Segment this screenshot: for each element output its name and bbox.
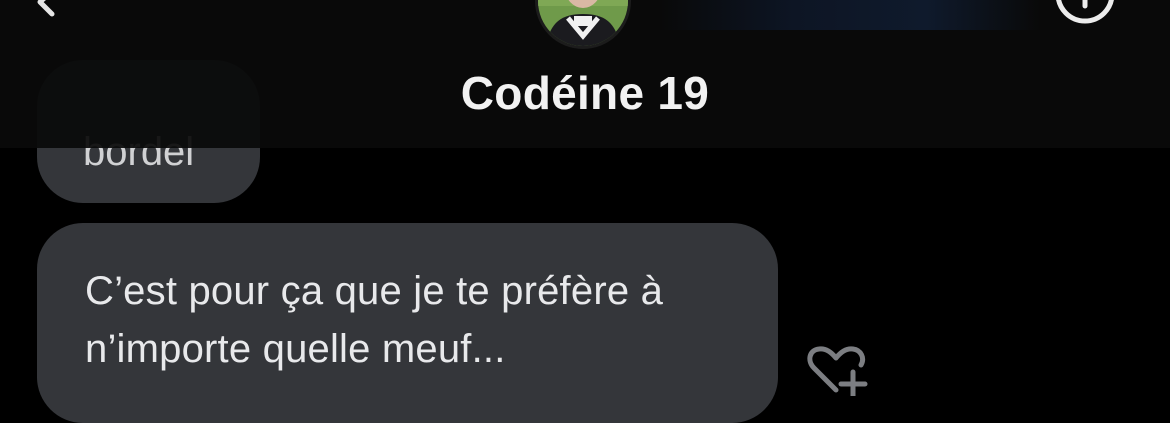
avatar-image [538, 0, 628, 46]
message-line-2: n’importe quelle meuf... [85, 327, 506, 371]
info-circle-icon[interactable] [1054, 0, 1116, 32]
message-bubble[interactable]: C’est pour ça que je te préfère à n’impo… [37, 223, 778, 423]
avatar[interactable] [535, 0, 631, 49]
message-line-1: C’est pour ça que je te préfère à [85, 269, 664, 313]
conversation-title[interactable]: Codéine 19 [0, 66, 1170, 120]
conversation-header: Codéine 19 [0, 0, 1170, 148]
chevron-left-icon[interactable] [30, 0, 74, 24]
header-glow [660, 0, 1040, 30]
